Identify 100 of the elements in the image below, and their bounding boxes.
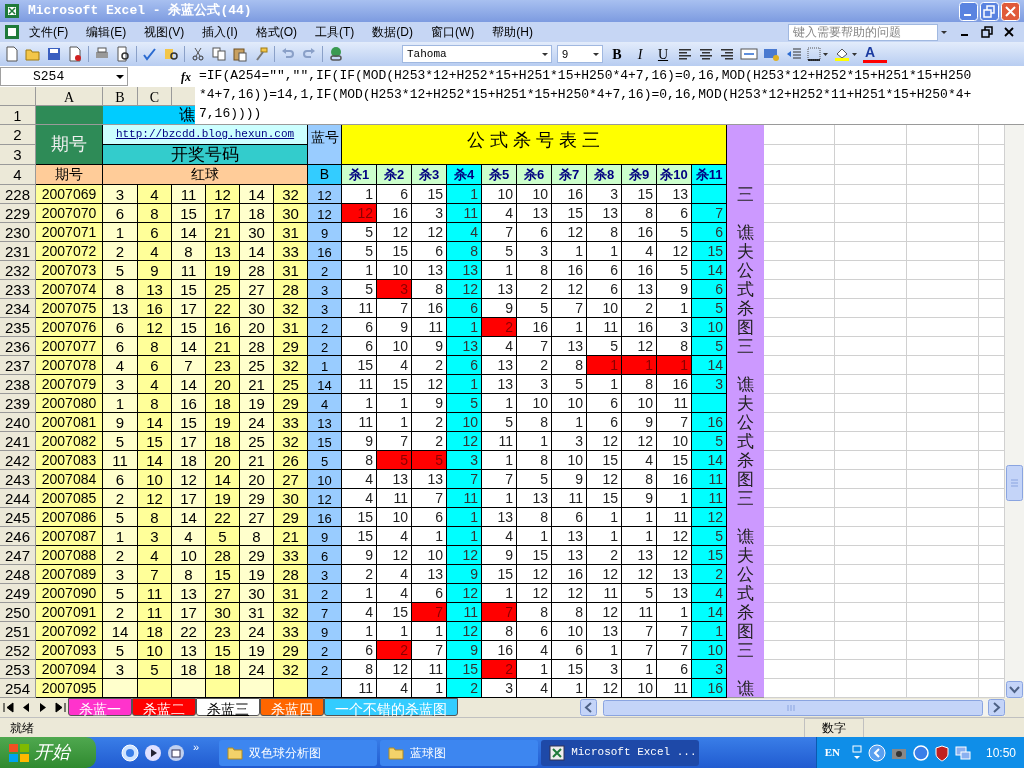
table-cell: 1 — [482, 394, 517, 413]
table-cell: 2007085 — [36, 489, 103, 508]
monitor-icon[interactable] — [953, 743, 972, 762]
sheet-tab[interactable]: 杀蓝二 — [132, 698, 196, 716]
sheet-tab[interactable]: 杀蓝三 — [196, 698, 260, 716]
table-cell: 2007087 — [36, 527, 103, 546]
row-header[interactable]: 235 — [0, 318, 36, 337]
taskbar-button[interactable]: 双色球分析图 — [219, 739, 378, 766]
scroll-down-icon[interactable] — [1006, 681, 1023, 698]
row-header[interactable]: 230 — [0, 223, 36, 242]
row-header[interactable]: 253 — [0, 660, 36, 679]
borders-icon[interactable] — [807, 46, 829, 62]
column-header[interactable]: B — [103, 87, 138, 105]
row-header[interactable]: 240 — [0, 413, 36, 432]
row-header[interactable]: 251 — [0, 622, 36, 641]
row-header[interactable]: 4 — [0, 165, 36, 185]
row-header[interactable]: 1 — [0, 106, 36, 124]
menu-item[interactable]: 格式(O) — [246, 23, 306, 41]
more-button[interactable]: » — [193, 739, 200, 756]
row-header[interactable]: 243 — [0, 470, 36, 489]
row-header[interactable]: 2 — [0, 125, 36, 145]
align-left-icon[interactable] — [677, 46, 693, 62]
scroll-left-icon[interactable] — [580, 699, 597, 716]
hyperlink-icon[interactable] — [328, 46, 344, 62]
menu-item[interactable]: 工具(T) — [306, 23, 364, 41]
scroll-right-icon[interactable] — [988, 699, 1005, 716]
currency-icon[interactable] — [763, 46, 781, 62]
menu-item[interactable]: 数据(D) — [363, 23, 422, 41]
format-painter-icon[interactable] — [253, 46, 269, 62]
taskbar-button[interactable]: 蓝球图 — [380, 739, 539, 766]
table-cell: 1 — [342, 584, 377, 603]
network-icon[interactable] — [911, 743, 930, 762]
row-header[interactable]: 236 — [0, 337, 36, 356]
row-header[interactable]: 234 — [0, 299, 36, 318]
copy-icon[interactable] — [211, 46, 227, 62]
research-icon[interactable] — [163, 46, 179, 62]
permission-icon[interactable] — [67, 46, 83, 62]
row-header[interactable]: 231 — [0, 242, 36, 261]
row-header[interactable]: 250 — [0, 603, 36, 622]
column-header[interactable]: A — [36, 87, 103, 105]
font-color-button[interactable]: A — [863, 45, 887, 63]
first-sheet-icon[interactable] — [1, 699, 17, 716]
font-size-dropdown[interactable]: 9 — [557, 45, 603, 63]
menu-item[interactable]: 视图(V) — [135, 23, 194, 41]
row-header[interactable]: 228 — [0, 185, 36, 204]
function-button[interactable]: fx — [181, 67, 191, 86]
shield-icon[interactable] — [933, 743, 950, 762]
browser-icon[interactable] — [121, 743, 139, 762]
row-header[interactable]: 229 — [0, 204, 36, 223]
last-sheet-icon[interactable] — [52, 699, 68, 716]
media-player-icon[interactable] — [144, 743, 162, 762]
align-right-icon[interactable] — [719, 46, 735, 62]
bold-button[interactable]: B — [608, 43, 626, 65]
column-header[interactable]: C — [138, 87, 172, 105]
new-document-icon[interactable] — [4, 46, 20, 62]
menu-item[interactable]: 插入(I) — [193, 23, 247, 41]
row-header[interactable]: 237 — [0, 356, 36, 375]
fill-color-icon[interactable] — [834, 46, 858, 62]
menu-item[interactable]: 编辑(E) — [77, 23, 136, 41]
name-box[interactable]: S254 — [0, 67, 128, 86]
row-header[interactable]: 3 — [0, 145, 36, 165]
row-header[interactable]: 241 — [0, 432, 36, 451]
menu-item[interactable]: 窗口(W) — [422, 23, 484, 41]
close-icon[interactable] — [1002, 25, 1016, 39]
menu-item[interactable]: 帮助(H) — [483, 23, 542, 41]
row-header[interactable]: 246 — [0, 527, 36, 546]
row-header[interactable]: 249 — [0, 584, 36, 603]
paste-icon[interactable] — [232, 46, 248, 62]
save-icon[interactable] — [46, 46, 62, 62]
print-preview-icon[interactable] — [115, 46, 131, 62]
taskbar-button[interactable]: Microsoft Excel ... — [541, 739, 700, 766]
row-header[interactable]: 232 — [0, 261, 36, 280]
scroll-thumb-icon[interactable] — [1006, 465, 1023, 501]
row-header[interactable]: 248 — [0, 565, 36, 584]
start-button[interactable]: 开始 — [0, 737, 96, 768]
spelling-icon[interactable] — [142, 46, 158, 62]
decrease-indent-icon[interactable] — [786, 46, 802, 62]
menu-item[interactable]: 文件(F) — [20, 23, 78, 41]
row-header[interactable]: 245 — [0, 508, 36, 527]
row-header[interactable]: 233 — [0, 280, 36, 299]
arrow-left-icon[interactable] — [867, 743, 886, 762]
underline-button[interactable]: U — [654, 43, 672, 65]
cut-icon[interactable] — [190, 46, 206, 62]
row-header[interactable]: 247 — [0, 546, 36, 565]
italic-button[interactable]: I — [631, 43, 649, 65]
row-header[interactable]: 238 — [0, 375, 36, 394]
row-header[interactable]: 254 — [0, 679, 36, 698]
align-center-icon[interactable] — [698, 46, 714, 62]
row-header[interactable]: 252 — [0, 641, 36, 660]
row-header[interactable]: 239 — [0, 394, 36, 413]
help-search-field[interactable]: 键入需要帮助的问题 — [788, 23, 938, 41]
desktop-icon[interactable] — [167, 743, 185, 762]
merge-center-icon[interactable] — [740, 46, 758, 62]
tray-icon[interactable] — [849, 743, 864, 762]
row-header[interactable]: 244 — [0, 489, 36, 508]
restore-icon[interactable] — [980, 25, 994, 39]
font-name-dropdown[interactable]: Tahoma — [402, 45, 552, 63]
open-folder-icon[interactable] — [25, 46, 41, 62]
vertical-scrollbar[interactable] — [1005, 125, 1024, 698]
row-header[interactable]: 242 — [0, 451, 36, 470]
